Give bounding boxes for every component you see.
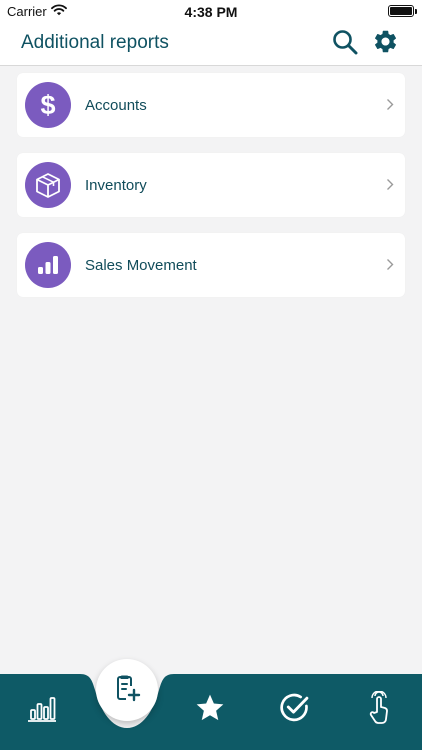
settings-button[interactable]	[370, 29, 400, 59]
report-item-sales-movement[interactable]: Sales Movement	[17, 233, 405, 297]
report-label: Sales Movement	[85, 257, 197, 274]
report-label: Accounts	[85, 97, 147, 114]
header: Additional reports	[0, 22, 422, 66]
status-time: 4:38 PM	[184, 4, 238, 20]
search-icon	[332, 29, 358, 60]
tab-touch[interactable]	[358, 689, 398, 730]
hand-pointer-icon	[366, 689, 390, 730]
bar-chart-icon	[25, 242, 71, 288]
tab-reports[interactable]	[22, 690, 62, 730]
check-circle-icon	[279, 692, 310, 728]
gear-icon	[372, 28, 399, 60]
chevron-right-icon	[386, 258, 394, 276]
chevron-right-icon	[386, 98, 394, 116]
tab-favorites[interactable]	[190, 690, 230, 730]
tab-tasks[interactable]	[274, 690, 314, 730]
chevron-right-icon	[386, 178, 394, 196]
bar-chart-tab-icon	[27, 694, 57, 727]
report-item-inventory[interactable]: Inventory	[17, 153, 405, 217]
box-icon	[25, 162, 71, 208]
report-label: Inventory	[85, 177, 147, 194]
reports-list: $ Accounts Inventory Sales Movement	[17, 73, 405, 313]
star-icon	[194, 692, 226, 729]
dollar-icon: $	[25, 82, 71, 128]
tab-bar	[0, 674, 422, 750]
status-bar: Carrier 4:38 PM	[0, 0, 422, 22]
search-button[interactable]	[330, 29, 360, 59]
report-item-accounts[interactable]: $ Accounts	[17, 73, 405, 137]
battery-icon	[388, 5, 417, 17]
svg-text:$: $	[40, 90, 55, 120]
add-report-button[interactable]	[96, 659, 158, 721]
page-title: Additional reports	[21, 32, 169, 53]
document-add-icon	[112, 673, 142, 708]
